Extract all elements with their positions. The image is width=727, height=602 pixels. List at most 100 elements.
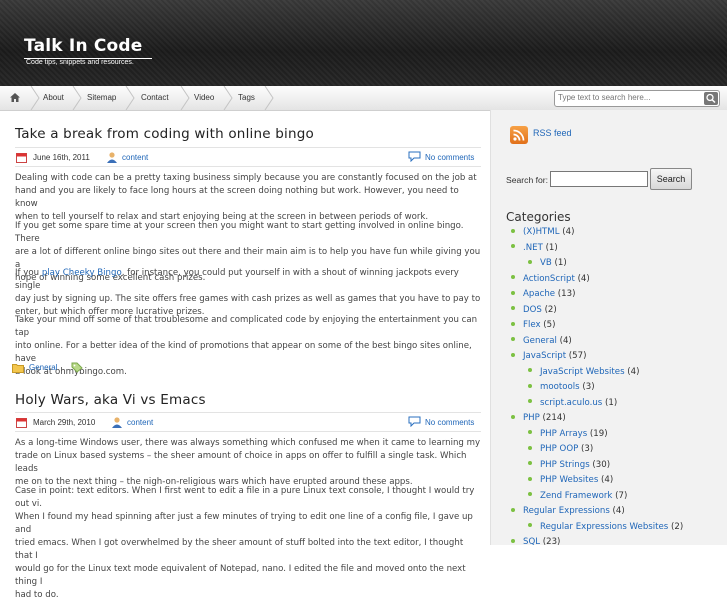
category-item: PHP (214): [511, 413, 566, 423]
category-item: VB (1): [528, 258, 567, 268]
post-paragraph: Case in point: text editors. When I firs…: [15, 485, 481, 602]
category-count: (1): [602, 397, 618, 408]
category-link[interactable]: PHP Strings: [540, 460, 590, 470]
category-link[interactable]: mootools: [540, 382, 580, 392]
category-count: (2): [668, 521, 684, 532]
category-link[interactable]: PHP OOP: [540, 444, 578, 454]
text-line: Case in point: text editors. When I firs…: [15, 486, 475, 509]
bullet-icon: [511, 538, 515, 543]
category-item: PHP Strings (30): [528, 460, 610, 470]
text-line: trade on Linux based systems – the sheer…: [15, 451, 467, 474]
category-item: Apache (13): [511, 289, 575, 299]
category-item: ActionScript (4): [511, 274, 590, 284]
category-link[interactable]: (X)HTML: [523, 227, 560, 237]
bullet-icon: [528, 461, 532, 465]
category-link[interactable]: VB: [540, 258, 552, 268]
category-item: PHP OOP (3): [528, 444, 593, 454]
text-line: hand and you are likely to face long hou…: [15, 186, 459, 209]
text-line: tried emacs. When I got overwhelmed by t…: [15, 538, 464, 561]
category-link[interactable]: script.aculo.us: [540, 398, 602, 408]
category-count: (13): [555, 289, 576, 299]
header-search-input[interactable]: [558, 92, 698, 103]
post-title[interactable]: Holy Wars, aka Vi vs Emacs: [15, 392, 481, 408]
rss-icon[interactable]: [510, 126, 528, 144]
post-comments-link[interactable]: No comments: [425, 418, 474, 430]
category-item: JavaScript Websites (4): [528, 367, 639, 377]
category-item: Flex (5): [511, 320, 555, 330]
post-author-link[interactable]: content: [122, 153, 148, 165]
cheeky-bingo-link[interactable]: play Cheeky Bingo: [42, 268, 122, 278]
category-link[interactable]: General: [523, 336, 557, 346]
tag-icon: [71, 362, 83, 373]
category-count: (4): [624, 366, 640, 377]
post-author-link[interactable]: content: [127, 418, 153, 430]
header-search-button[interactable]: [704, 92, 718, 105]
rss-glyph: [513, 129, 525, 141]
text-line: As a long-time Windows user, there was a…: [15, 438, 481, 448]
post-title-link[interactable]: Take a break from coding with online bin…: [15, 126, 481, 142]
nav-item-contact[interactable]: Contact: [141, 86, 169, 110]
text-line: Take your mind off some of that troubles…: [15, 315, 478, 338]
category-item: Regular Expressions (4): [511, 506, 625, 516]
text-line: would go for the Linux text mode equival…: [15, 564, 466, 587]
nav-item-about[interactable]: About: [43, 86, 64, 110]
bullet-icon: [511, 275, 515, 279]
category-link[interactable]: Flex: [523, 320, 541, 330]
nav-separator: [223, 86, 233, 110]
text-line: had to do.: [15, 590, 59, 600]
site-title[interactable]: Talk In Code: [24, 36, 143, 56]
divider: [15, 431, 481, 432]
category-item: Zend Framework (7): [528, 491, 627, 501]
calendar-icon: [16, 153, 27, 163]
bullet-icon: [511, 321, 515, 326]
text-line: When I found my head spinning after just…: [15, 512, 473, 535]
post-paragraph: As a long-time Windows user, there was a…: [15, 437, 481, 489]
post-comments-link[interactable]: No comments: [425, 153, 474, 165]
post-paragraph: Dealing with code can be a pretty taxing…: [15, 172, 481, 224]
bullet-icon: [528, 383, 532, 388]
post-title[interactable]: Take a break from coding with online bin…: [15, 126, 481, 142]
category-link[interactable]: JavaScript Websites: [540, 367, 625, 377]
category-count: (4): [556, 335, 572, 346]
category-link[interactable]: Regular Expressions: [523, 506, 610, 516]
text-line: into online. For a better idea of the ki…: [15, 341, 472, 364]
category-link[interactable]: JavaScript: [523, 351, 566, 361]
header-search: [554, 90, 720, 107]
post-date: June 16th, 2011: [33, 153, 90, 162]
category-link[interactable]: PHP Arrays: [540, 429, 587, 439]
divider: [15, 166, 481, 167]
text-line: day just by signing up. The site offers …: [15, 294, 481, 304]
category-item: General (4): [511, 336, 572, 346]
post-category-link[interactable]: General: [29, 363, 57, 375]
category-link[interactable]: ActionScript: [523, 274, 575, 284]
post-paragraph: Take your mind off some of that troubles…: [15, 314, 481, 379]
rss-feed-link[interactable]: RSS feed: [533, 128, 572, 138]
nav-home-button[interactable]: [0, 86, 30, 110]
category-link[interactable]: .NET: [523, 243, 543, 253]
text-run: If you: [15, 268, 42, 278]
category-link[interactable]: PHP Websites: [540, 475, 598, 485]
category-count: (57): [566, 351, 587, 361]
bullet-icon: [528, 259, 532, 264]
divider: [15, 147, 481, 148]
category-link[interactable]: SQL: [523, 537, 540, 547]
post-title-link[interactable]: Holy Wars, aka Vi vs Emacs: [15, 392, 481, 408]
text-line: Dealing with code can be a pretty taxing…: [15, 173, 477, 183]
category-link[interactable]: DOS: [523, 305, 542, 315]
nav-separator: [72, 86, 82, 110]
category-link[interactable]: Apache: [523, 289, 555, 299]
sidebar-search-input[interactable]: [550, 171, 648, 187]
nav-item-tags[interactable]: Tags: [238, 86, 255, 110]
divider: [15, 412, 481, 413]
category-link[interactable]: Regular Expressions Websites: [540, 522, 668, 532]
categories-heading: Categories: [506, 210, 571, 224]
category-link[interactable]: PHP: [523, 413, 540, 423]
category-count: (30): [589, 459, 611, 470]
nav-item-video[interactable]: Video: [194, 86, 214, 110]
sidebar-search-button[interactable]: Search: [650, 168, 692, 190]
category-link[interactable]: Zend Framework: [540, 491, 612, 501]
nav-item-sitemap[interactable]: Sitemap: [87, 86, 116, 110]
category-item: SQL (23): [511, 537, 560, 547]
search-icon: [706, 93, 716, 104]
category-count: (4): [609, 506, 625, 516]
